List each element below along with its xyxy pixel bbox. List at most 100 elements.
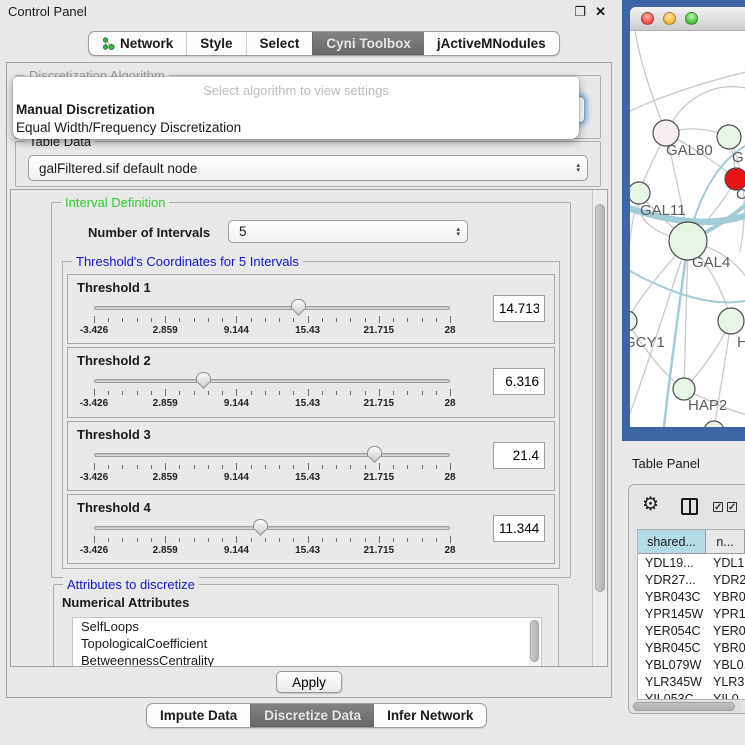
settings-scrollpane: Interval Definition Number of Intervals … [10,189,608,667]
numerical-attributes-list[interactable]: SelfLoopsTopologicalCoefficientBetweenne… [72,617,542,667]
thresholds-group: Threshold's Coordinates for 5 Intervals … [62,261,560,569]
threshold-label: Threshold 2 [77,353,151,368]
slider-thumb-icon[interactable] [367,446,382,461]
threshold-value-input[interactable] [493,442,545,469]
node-label-partial: G [732,149,744,166]
network-canvas[interactable]: GAL80GAL11GAL4GCY1HHAP2GC [630,31,745,427]
slider-tick-labels: -3.4262.8599.14415.4321.71528 [94,325,450,337]
network-node[interactable] [704,421,724,427]
table-cell: YPR145W [638,607,706,621]
table-scrollbar-thumb[interactable] [633,702,735,711]
slider-thumb-icon[interactable] [291,299,306,314]
dropdown-option-equal-width-frequency-discretization[interactable]: Equal Width/Frequency Discretization [13,119,579,137]
table-cell: YER0... [706,624,745,638]
table-cell: YBR045C [638,641,706,655]
network-node-gal11[interactable] [630,182,650,204]
threshold-slider[interactable]: -3.4262.8599.14415.4321.71528 [94,446,450,488]
attribute-item[interactable]: TopologicalCoefficient [73,635,541,652]
mac-zoom-icon[interactable] [685,12,698,25]
table-horizontal-scrollbar[interactable] [632,701,742,712]
threshold-slider[interactable]: -3.4262.8599.14415.4321.71528 [94,519,450,561]
table-cell: YBR0... [706,590,745,604]
tab-label: Select [260,36,300,51]
network-view-inner: GAL80GAL11GAL4GCY1HHAP2GC [630,7,745,427]
gear-icon[interactable]: ⚙ [642,493,659,516]
tab-select[interactable]: Select [246,32,313,55]
table-row[interactable]: YER054CYER0... [638,622,745,639]
table-row[interactable]: YBR043CYBR0... [638,588,745,605]
tab-jactivemnodules[interactable]: jActiveMNodules [424,32,559,55]
cyni-toolbox-panel: Discretization Algorithm ▴ ▾ Select algo… [6,62,612,698]
table-cell: YBR0... [706,641,745,655]
table-cell: YLR3... [706,675,745,689]
thresholds-stack: Threshold 1-3.4262.8599.14415.4321.71528… [67,274,555,564]
tab-cyni-toolbox[interactable]: Cyni Toolbox [312,32,424,55]
table-row[interactable]: YDR27...YDR2... [638,571,745,588]
threshold-slider[interactable]: -3.4262.8599.14415.4321.71528 [94,372,450,414]
table-row[interactable]: YBR045CYBR0... [638,639,745,656]
tab-discretize-data[interactable]: Discretize Data [250,704,374,727]
network-window-titlebar [630,7,745,31]
network-graph[interactable]: GAL80GAL11GAL4GCY1HHAP2GC [630,31,745,427]
slider-tick-labels: -3.4262.8599.14415.4321.71528 [94,472,450,484]
number-of-intervals-label: Number of Intervals [88,225,210,240]
node-label: GCY1 [630,334,665,351]
table-data-group: Table Data galFiltered.sif default node … [15,141,601,187]
table-panel-title: Table Panel [632,456,700,471]
table-row[interactable]: YPR145WYPR1... [638,605,745,622]
table-cell: YBR043C [638,590,706,604]
tab-label: Network [120,36,173,51]
top-tab-bar: Network Style Select Cyni Toolbox jActiveMNo… [88,31,560,56]
dropdown-option-manual-discretization[interactable]: Manual Discretization [13,101,579,119]
network-node[interactable] [717,125,741,149]
table-row[interactable]: YBL079WYBL0... [638,656,745,673]
settings-scrollbar-thumb[interactable] [595,204,605,592]
attributes-group-title: Attributes to discretize [63,577,199,592]
apply-button[interactable]: Apply [276,671,342,693]
table-cell: YDR27... [638,573,706,587]
threshold-value-input[interactable] [493,295,545,322]
number-of-intervals-combobox[interactable]: 5 ▴ ▾ [228,220,468,243]
tab-style[interactable]: Style [186,32,245,55]
float-window-icon[interactable]: ❐ [574,4,586,20]
table-row[interactable]: YDL19...YDL1... [638,554,745,571]
table-cell: YDL1... [706,556,745,570]
tab-infer-network[interactable]: Infer Network [374,704,486,727]
checkbox-checked-icon[interactable]: ✓ [713,502,723,512]
table-column-header[interactable]: shared... [638,530,706,553]
network-node-gcy1[interactable] [630,311,637,331]
split-columns-icon[interactable] [681,498,698,515]
slider-tick-labels: -3.4262.8599.14415.4321.71528 [94,398,450,410]
close-window-icon[interactable]: ✕ [595,4,606,20]
table-data-selected-value: galFiltered.sif default node [39,161,197,176]
table-body: YDL19...YDL1...YDR27...YDR2...YBR043CYBR… [638,554,745,700]
attribute-item[interactable]: BetweennessCentrality [73,652,541,667]
table-data-combobox[interactable]: galFiltered.sif default node ▴ ▾ [28,155,588,181]
dropdown-placeholder-item[interactable]: Select algorithm to view settings [13,83,579,101]
table-column-header[interactable]: n... [706,530,745,553]
threshold-value-input[interactable] [493,368,545,395]
tab-label: Impute Data [160,708,237,723]
node-label: GAL80 [666,142,713,159]
network-node-h[interactable] [718,308,744,334]
table-row[interactable]: YLR345WYLR3... [638,673,745,690]
tab-network[interactable]: Network [89,32,186,55]
attributes-scrollbar-thumb[interactable] [530,620,539,662]
combo-spinner-icon: ▴ ▾ [456,227,460,237]
attributes-list-scrollbar[interactable] [529,619,540,667]
tab-label: jActiveMNodules [437,36,546,51]
control-panel-titlebar: Control Panel ❐ ✕ [0,0,618,24]
attribute-item[interactable]: SelfLoops [73,618,541,635]
mac-minimize-icon[interactable] [663,12,676,25]
slider-thumb-icon[interactable] [253,519,268,534]
slider-thumb-icon[interactable] [196,372,211,387]
table-row[interactable]: YIL053CYIL0... [638,690,745,700]
tab-impute-data[interactable]: Impute Data [147,704,250,727]
threshold-value-input[interactable] [493,515,545,542]
attributes-group: Attributes to discretize Numerical Attri… [53,584,559,667]
checkbox-checked-icon[interactable]: ✓ [727,502,737,512]
settings-vertical-scrollbar[interactable] [592,190,607,666]
table-cell: YDR2... [706,573,745,587]
mac-close-icon[interactable] [641,12,654,25]
threshold-slider[interactable]: -3.4262.8599.14415.4321.71528 [94,299,450,341]
